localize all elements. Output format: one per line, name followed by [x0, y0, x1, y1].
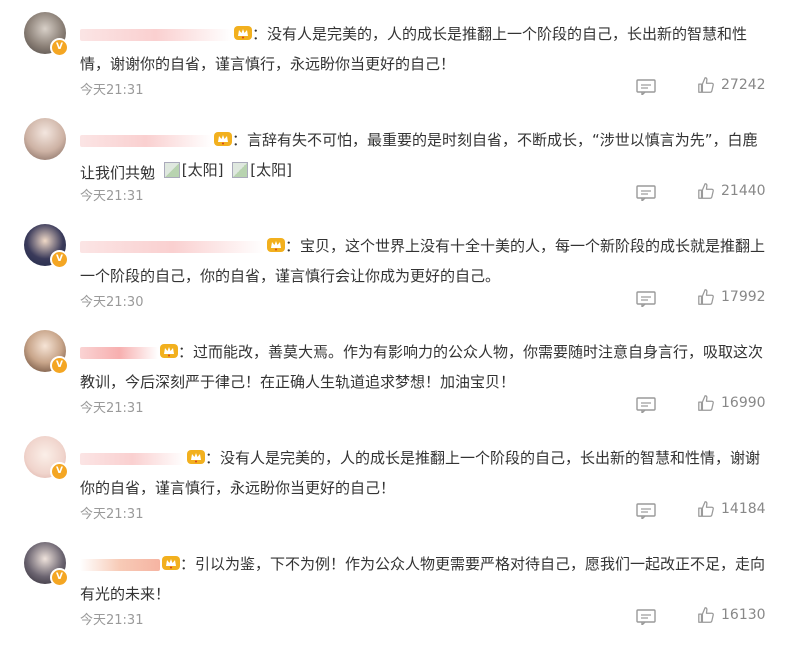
comment-item: V ：过而能改，善莫大焉。作为有影响力的公众人物，你需要随时注意自身言行，吸取这…: [0, 330, 787, 436]
avatar[interactable]: V: [24, 542, 69, 587]
username-redacted[interactable]: [80, 558, 160, 571]
comment-time: 今天21:31: [80, 83, 144, 98]
verified-badge-icon: V: [50, 38, 69, 57]
reply-icon[interactable]: [636, 79, 656, 97]
comment-item: V ：引以为鉴，下不为例！作为公众人物更需要严格对待自己，愿我们一起改正不足，走…: [0, 542, 787, 648]
comment-body: ：过而能改，善莫大焉。作为有影响力的公众人物，你需要随时注意自身言行，吸取这次教…: [80, 343, 764, 391]
thumbs-up-icon: [698, 501, 714, 517]
comment-item: V ：没有人是完美的，人的成长是推翻上一个阶段的自己，长出新的智慧和性情，谢谢你…: [0, 12, 787, 118]
username-redacted[interactable]: [80, 452, 185, 465]
avatar[interactable]: V: [24, 12, 69, 57]
comment-item: V ：没有人是完美的，人的成长是推翻上一个阶段的自己，长出新的智慧和性情，谢谢你…: [0, 436, 787, 542]
like-button[interactable]: 16990: [697, 394, 766, 412]
like-count: 27242: [721, 77, 766, 93]
like-count: 17992: [721, 289, 766, 305]
thumbs-up-icon: [698, 77, 714, 93]
comment-time: 今天21:31: [80, 401, 144, 416]
verified-badge-icon: V: [50, 356, 69, 375]
like-button[interactable]: 17992: [697, 288, 766, 306]
verified-badge-icon: V: [50, 462, 69, 481]
like-count: 14184: [721, 501, 766, 517]
thumbs-up-icon: [698, 289, 714, 305]
like-button[interactable]: 16130: [697, 606, 766, 624]
comment-text: ：过而能改，善莫大焉。作为有影响力的公众人物，你需要随时注意自身言行，吸取这次教…: [80, 337, 770, 397]
comment-text: ：没有人是完美的，人的成长是推翻上一个阶段的自己，长出新的智慧和性情，谢谢你的自…: [80, 19, 770, 79]
vip-crown-icon: [160, 344, 178, 358]
comment-time: 今天21:30: [80, 295, 144, 310]
comment-body: ：引以为鉴，下不为例！作为公众人物更需要严格对待自己，愿我们一起改正不足，走向有…: [80, 555, 766, 603]
broken-image-icon: [232, 162, 249, 178]
comment-text: ：言辞有失不可怕，最重要的是时刻自省，不断成长，“涉世以慎言为先”，白鹿让我们共…: [80, 125, 770, 188]
vip-crown-icon: [214, 132, 232, 146]
comment-time: 今天21:31: [80, 613, 144, 628]
verified-badge-icon: V: [50, 568, 69, 587]
avatar[interactable]: V: [24, 436, 69, 481]
thumbs-up-icon: [698, 607, 714, 623]
reply-icon[interactable]: [636, 609, 656, 627]
username-redacted[interactable]: [80, 134, 212, 147]
vip-crown-icon: [187, 450, 205, 464]
avatar[interactable]: V: [24, 330, 69, 375]
avatar[interactable]: V: [24, 224, 69, 269]
vip-crown-icon: [267, 238, 285, 252]
sun-emoji: [太阳]: [163, 155, 224, 185]
avatar[interactable]: [24, 118, 66, 160]
comment-item: ：言辞有失不可怕，最重要的是时刻自省，不断成长，“涉世以慎言为先”，白鹿让我们共…: [0, 118, 787, 224]
reply-icon[interactable]: [636, 397, 656, 415]
verified-badge-icon: V: [50, 250, 69, 269]
comment-text: ：宝贝，这个世界上没有十全十美的人，每一个新阶段的成长就是推翻上一个阶段的自己，…: [80, 231, 770, 291]
reply-icon[interactable]: [636, 185, 656, 203]
like-count: 21440: [721, 183, 766, 199]
sun-emoji: [太阳]: [232, 155, 292, 185]
avatar-image: [24, 118, 66, 160]
comment-text: ：没有人是完美的，人的成长是推翻上一个阶段的自己，长出新的智慧和性情，谢谢你的自…: [80, 443, 770, 503]
like-count: 16130: [721, 607, 766, 623]
like-button[interactable]: 14184: [697, 500, 766, 518]
reply-icon[interactable]: [636, 291, 656, 309]
comment-text: ：引以为鉴，下不为例！作为公众人物更需要严格对待自己，愿我们一起改正不足，走向有…: [80, 549, 770, 609]
reply-icon[interactable]: [636, 503, 656, 521]
vip-crown-icon: [162, 556, 180, 570]
like-button[interactable]: 27242: [697, 76, 766, 94]
broken-image-icon: [163, 162, 180, 178]
like-button[interactable]: 21440: [697, 182, 766, 200]
vip-crown-icon: [234, 26, 252, 40]
comment-time: 今天21:31: [80, 189, 144, 204]
username-redacted[interactable]: [80, 240, 265, 253]
username-redacted[interactable]: [80, 28, 232, 41]
like-count: 16990: [721, 395, 766, 411]
thumbs-up-icon: [698, 183, 714, 199]
comment-time: 今天21:31: [80, 507, 144, 522]
comment-item: V ：宝贝，这个世界上没有十全十美的人，每一个新阶段的成长就是推翻上一个阶段的自…: [0, 224, 787, 330]
username-redacted[interactable]: [80, 346, 158, 359]
thumbs-up-icon: [698, 395, 714, 411]
